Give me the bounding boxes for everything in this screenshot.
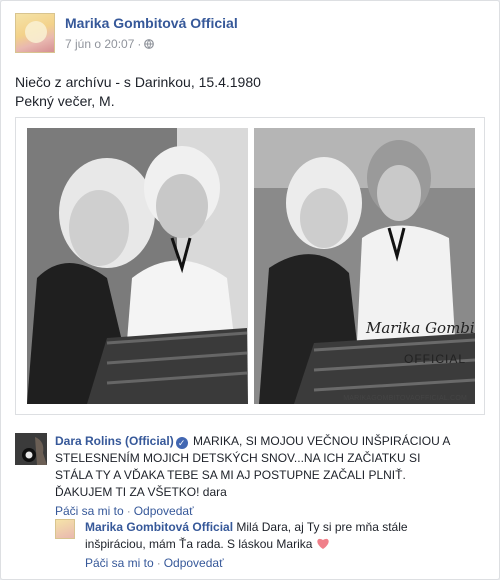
- verified-badge-icon: ✓: [175, 437, 188, 449]
- globe-icon[interactable]: [144, 38, 155, 49]
- photo-right-image: Marika Gombitová OFFICIAL: [254, 128, 475, 404]
- photo-left[interactable]: [27, 128, 248, 404]
- post-meta: 7 jún o 20:07 ·: [65, 37, 155, 51]
- commenter-name[interactable]: Dara Rolins (Official): [55, 434, 174, 448]
- comment-body: Dara Rolins (Official) ✓ MARIKA, SI MOJOU…: [55, 433, 451, 520]
- reply-author-name[interactable]: Marika Gombitová Official: [85, 520, 233, 534]
- reply-actions: Páči sa mi to · Odpovedať: [85, 555, 435, 572]
- reply-reply-link[interactable]: Odpovedať: [164, 556, 224, 570]
- photo-left-image: [27, 128, 248, 404]
- meta-separator: ·: [137, 37, 142, 51]
- reply-action-separator: ·: [156, 556, 161, 570]
- action-separator: ·: [126, 504, 131, 518]
- heart-icon: [316, 537, 330, 550]
- post-text-line-2: Pekný večer, M.: [15, 93, 115, 109]
- page-avatar[interactable]: [15, 13, 55, 53]
- comment-actions: Páči sa mi to · Odpovedať: [55, 503, 451, 520]
- photo-right[interactable]: Marika Gombitová OFFICIAL MARIKAGOMBITOV…: [254, 128, 475, 404]
- post-card: Marika Gombitová Official 7 jún o 20:07 ·…: [0, 0, 500, 580]
- post-author-link[interactable]: Marika Gombitová Official: [65, 15, 238, 31]
- photo-collage[interactable]: Marika Gombitová OFFICIAL MARIKAGOMBITOV…: [15, 117, 485, 415]
- photo-watermark-caption: MARIKAGOMBITOVAOFFICIAL.COM: [343, 395, 467, 402]
- commenter-avatar[interactable]: [15, 433, 47, 465]
- photo-signature: Marika Gombitová: [365, 319, 475, 337]
- post-text-line-1: Niečo z archívu - s Darinkou, 15.4.1980: [15, 74, 261, 90]
- reply-like-link[interactable]: Páči sa mi to: [85, 556, 154, 570]
- reply-avatar[interactable]: [55, 519, 75, 539]
- reply-body: Marika Gombitová Official Milá Dara, aj …: [85, 519, 435, 572]
- like-link[interactable]: Páči sa mi to: [55, 504, 124, 518]
- photo-signature-sub: OFFICIAL: [404, 352, 466, 366]
- post-text: Niečo z archívu - s Darinkou, 15.4.1980 …: [15, 73, 485, 111]
- post-timestamp[interactable]: 7 jún o 20:07: [65, 37, 134, 51]
- reply-link[interactable]: Odpovedať: [134, 504, 194, 518]
